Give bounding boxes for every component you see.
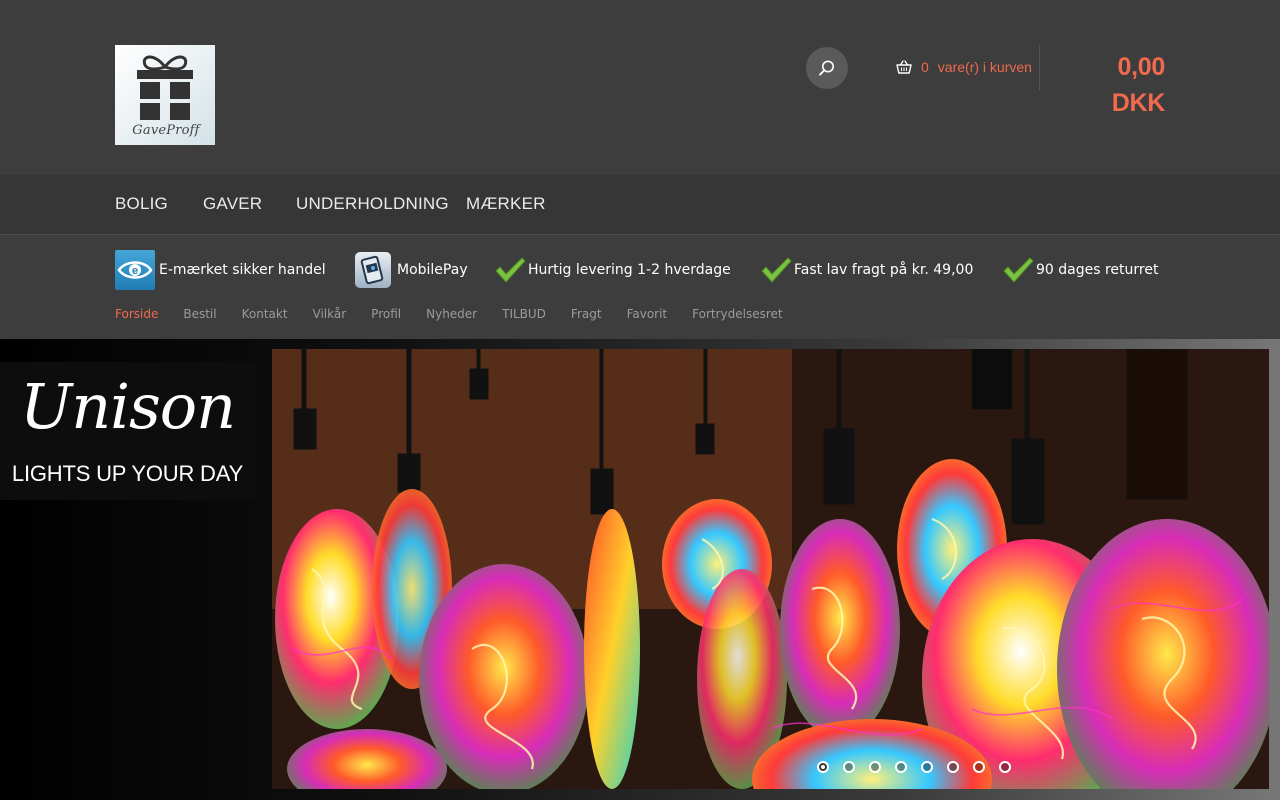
nav-item-bolig[interactable]: BOLIG: [115, 194, 168, 214]
cart-label: vare(r) i kurven: [937, 59, 1032, 75]
e-maerket-icon: e: [115, 250, 155, 290]
sub-nav-fragt[interactable]: Fragt: [571, 307, 602, 323]
cart-total[interactable]: 0,00 DKK: [1065, 49, 1166, 117]
nav-item-underholdning[interactable]: UNDERHOLDNING: [296, 194, 449, 214]
trust-label: Hurtig levering 1-2 hverdage: [528, 262, 731, 278]
trust-label: Fast lav fragt på kr. 49,00: [794, 262, 974, 278]
slider-dot-7[interactable]: [973, 761, 985, 773]
brand-banner-unison[interactable]: Unison LIGHTS UP YOUR DAY: [0, 362, 255, 500]
sub-nav-vilkaar[interactable]: Vilkår: [313, 307, 347, 323]
slider-dots: [817, 761, 1011, 773]
trust-item-emaerket[interactable]: e E-mærket sikker handel: [115, 250, 326, 290]
trust-label: E-mærket sikker handel: [159, 262, 326, 278]
trust-item-mobilepay[interactable]: MobilePay: [355, 250, 468, 290]
slider-dot-6[interactable]: [947, 761, 959, 773]
slider-dot-8[interactable]: [999, 761, 1011, 773]
cart-count: 0: [921, 59, 929, 75]
trust-item-fragt[interactable]: Fast lav fragt på kr. 49,00: [760, 250, 973, 290]
search-icon: [819, 60, 834, 76]
trust-label: MobilePay: [397, 262, 468, 278]
hero-section: Unison LIGHTS UP YOUR DAY: [0, 339, 1280, 800]
sub-nav-tilbud[interactable]: TILBUD: [502, 307, 546, 323]
basket-icon: [896, 60, 912, 74]
slider-dot-4[interactable]: [895, 761, 907, 773]
nav-item-maerker[interactable]: MÆRKER: [466, 194, 546, 214]
trust-bar: e E-mærket sikker handel MobilePay Hurti…: [0, 236, 1280, 339]
trust-item-returret[interactable]: 90 dages returret: [1002, 250, 1158, 290]
brand-tagline: LIGHTS UP YOUR DAY: [11, 461, 244, 486]
checkmark-icon: [761, 257, 792, 283]
trust-item-levering[interactable]: Hurtig levering 1-2 hverdage: [494, 250, 731, 290]
sub-nav-fortrydelsesret[interactable]: Fortrydelsesret: [692, 307, 782, 323]
mobilepay-icon: [355, 252, 391, 288]
nav-item-gaver[interactable]: GAVER: [203, 194, 262, 214]
trust-label: 90 dages returret: [1036, 262, 1159, 278]
slider-dot-5[interactable]: [921, 761, 933, 773]
hero-slide-image[interactable]: [272, 349, 1269, 789]
sub-navigation: Forside Bestil Kontakt Vilkår Profil Nyh…: [115, 307, 808, 323]
sub-nav-nyheder[interactable]: Nyheder: [426, 307, 477, 323]
logo-text: GaveProff: [132, 123, 200, 138]
sub-nav-bestil[interactable]: Bestil: [183, 307, 216, 323]
main-navigation: BOLIG GAVER UNDERHOLDNING MÆRKER: [0, 175, 1280, 235]
colorful-lightbulbs-image: [272, 349, 1269, 789]
sub-nav-forside[interactable]: Forside: [115, 307, 158, 323]
slider-dot-3[interactable]: [869, 761, 881, 773]
cart-divider: [1039, 45, 1040, 90]
brand-name: Unison: [19, 370, 236, 443]
svg-text:e: e: [132, 265, 138, 277]
slider-dot-1[interactable]: [817, 761, 829, 773]
checkmark-icon: [1003, 257, 1034, 283]
slider-dot-2[interactable]: [843, 761, 855, 773]
site-logo[interactable]: GaveProff: [115, 45, 215, 145]
checkmark-icon: [495, 257, 526, 283]
search-button[interactable]: [806, 47, 848, 89]
sub-nav-kontakt[interactable]: Kontakt: [242, 307, 288, 323]
sub-nav-favorit[interactable]: Favorit: [627, 307, 668, 323]
sub-nav-profil[interactable]: Profil: [371, 307, 401, 323]
site-header: GaveProff 0 vare(r) i kurven 0,00 DKK: [0, 0, 1280, 175]
cart-link[interactable]: 0 vare(r) i kurven: [896, 57, 1032, 77]
